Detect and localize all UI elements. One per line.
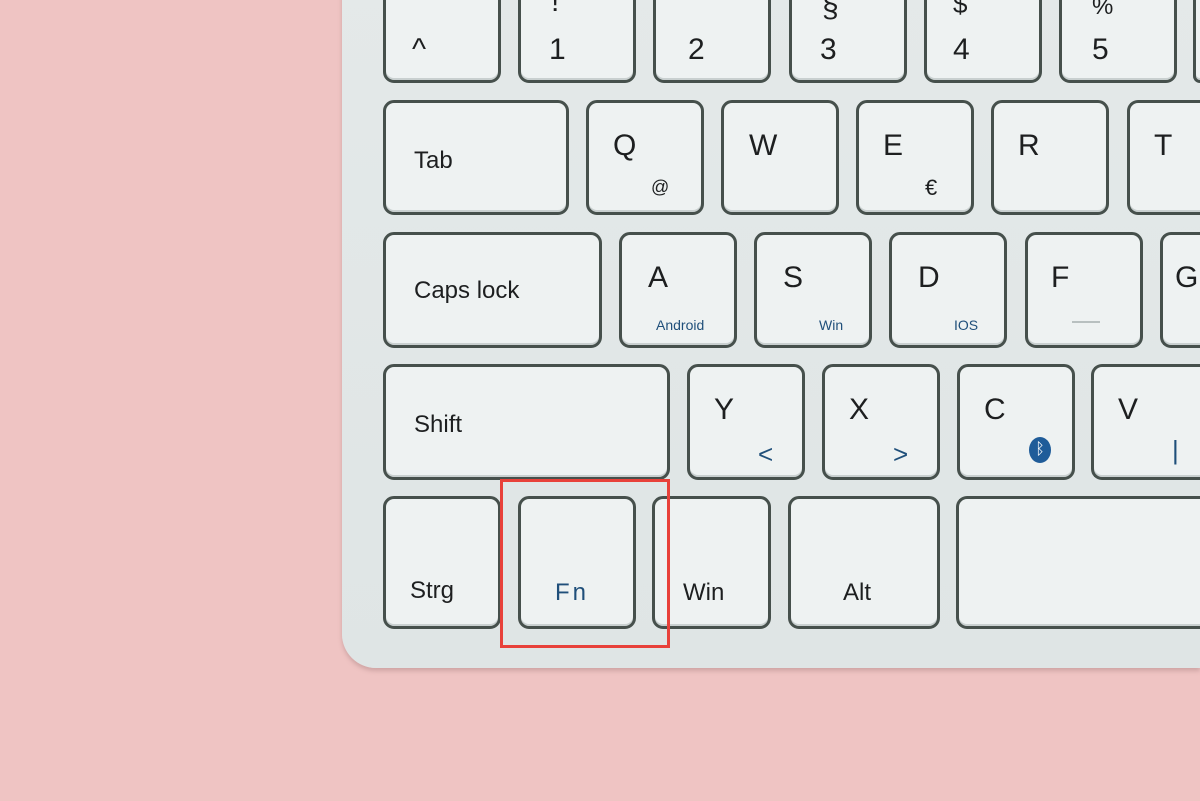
key-strg[interactable]: Strg [383,496,501,629]
key-d[interactable]: D IOS [889,232,1007,348]
key-y[interactable]: Y < [687,364,805,480]
key-space[interactable] [956,496,1200,629]
key-c[interactable]: Cᛒ [957,364,1075,480]
key-a[interactable]: A Android [619,232,737,348]
key-g[interactable]: G [1160,232,1200,348]
bluetooth-icon: ᛒ [1029,437,1051,463]
home-row-bump [1072,321,1100,323]
key-s[interactable]: S Win [754,232,872,348]
key-caps-lock[interactable]: Caps lock [383,232,602,348]
key-t[interactable]: T [1127,100,1200,215]
key-r[interactable]: R [991,100,1109,215]
key-e[interactable]: E € [856,100,974,215]
key-shift[interactable]: Shift [383,364,670,480]
key-caret[interactable]: °^ [383,0,501,83]
key-3[interactable]: § 3 [789,0,907,83]
key-4[interactable]: $4 [924,0,1042,83]
key-tab[interactable]: Tab [383,100,569,215]
key-1[interactable]: ! 1 [518,0,636,83]
key-x[interactable]: X > [822,364,940,480]
fn-key-highlight-box [500,479,670,648]
key-6-partial[interactable] [1193,0,1200,83]
key-2[interactable]: "2 [653,0,771,83]
key-v[interactable]: V | [1091,364,1200,480]
key-alt[interactable]: Alt [788,496,940,629]
key-5[interactable]: % 5 [1059,0,1177,83]
key-f[interactable]: F [1025,232,1143,348]
key-w[interactable]: W [721,100,839,215]
key-q[interactable]: Q @ [586,100,704,215]
